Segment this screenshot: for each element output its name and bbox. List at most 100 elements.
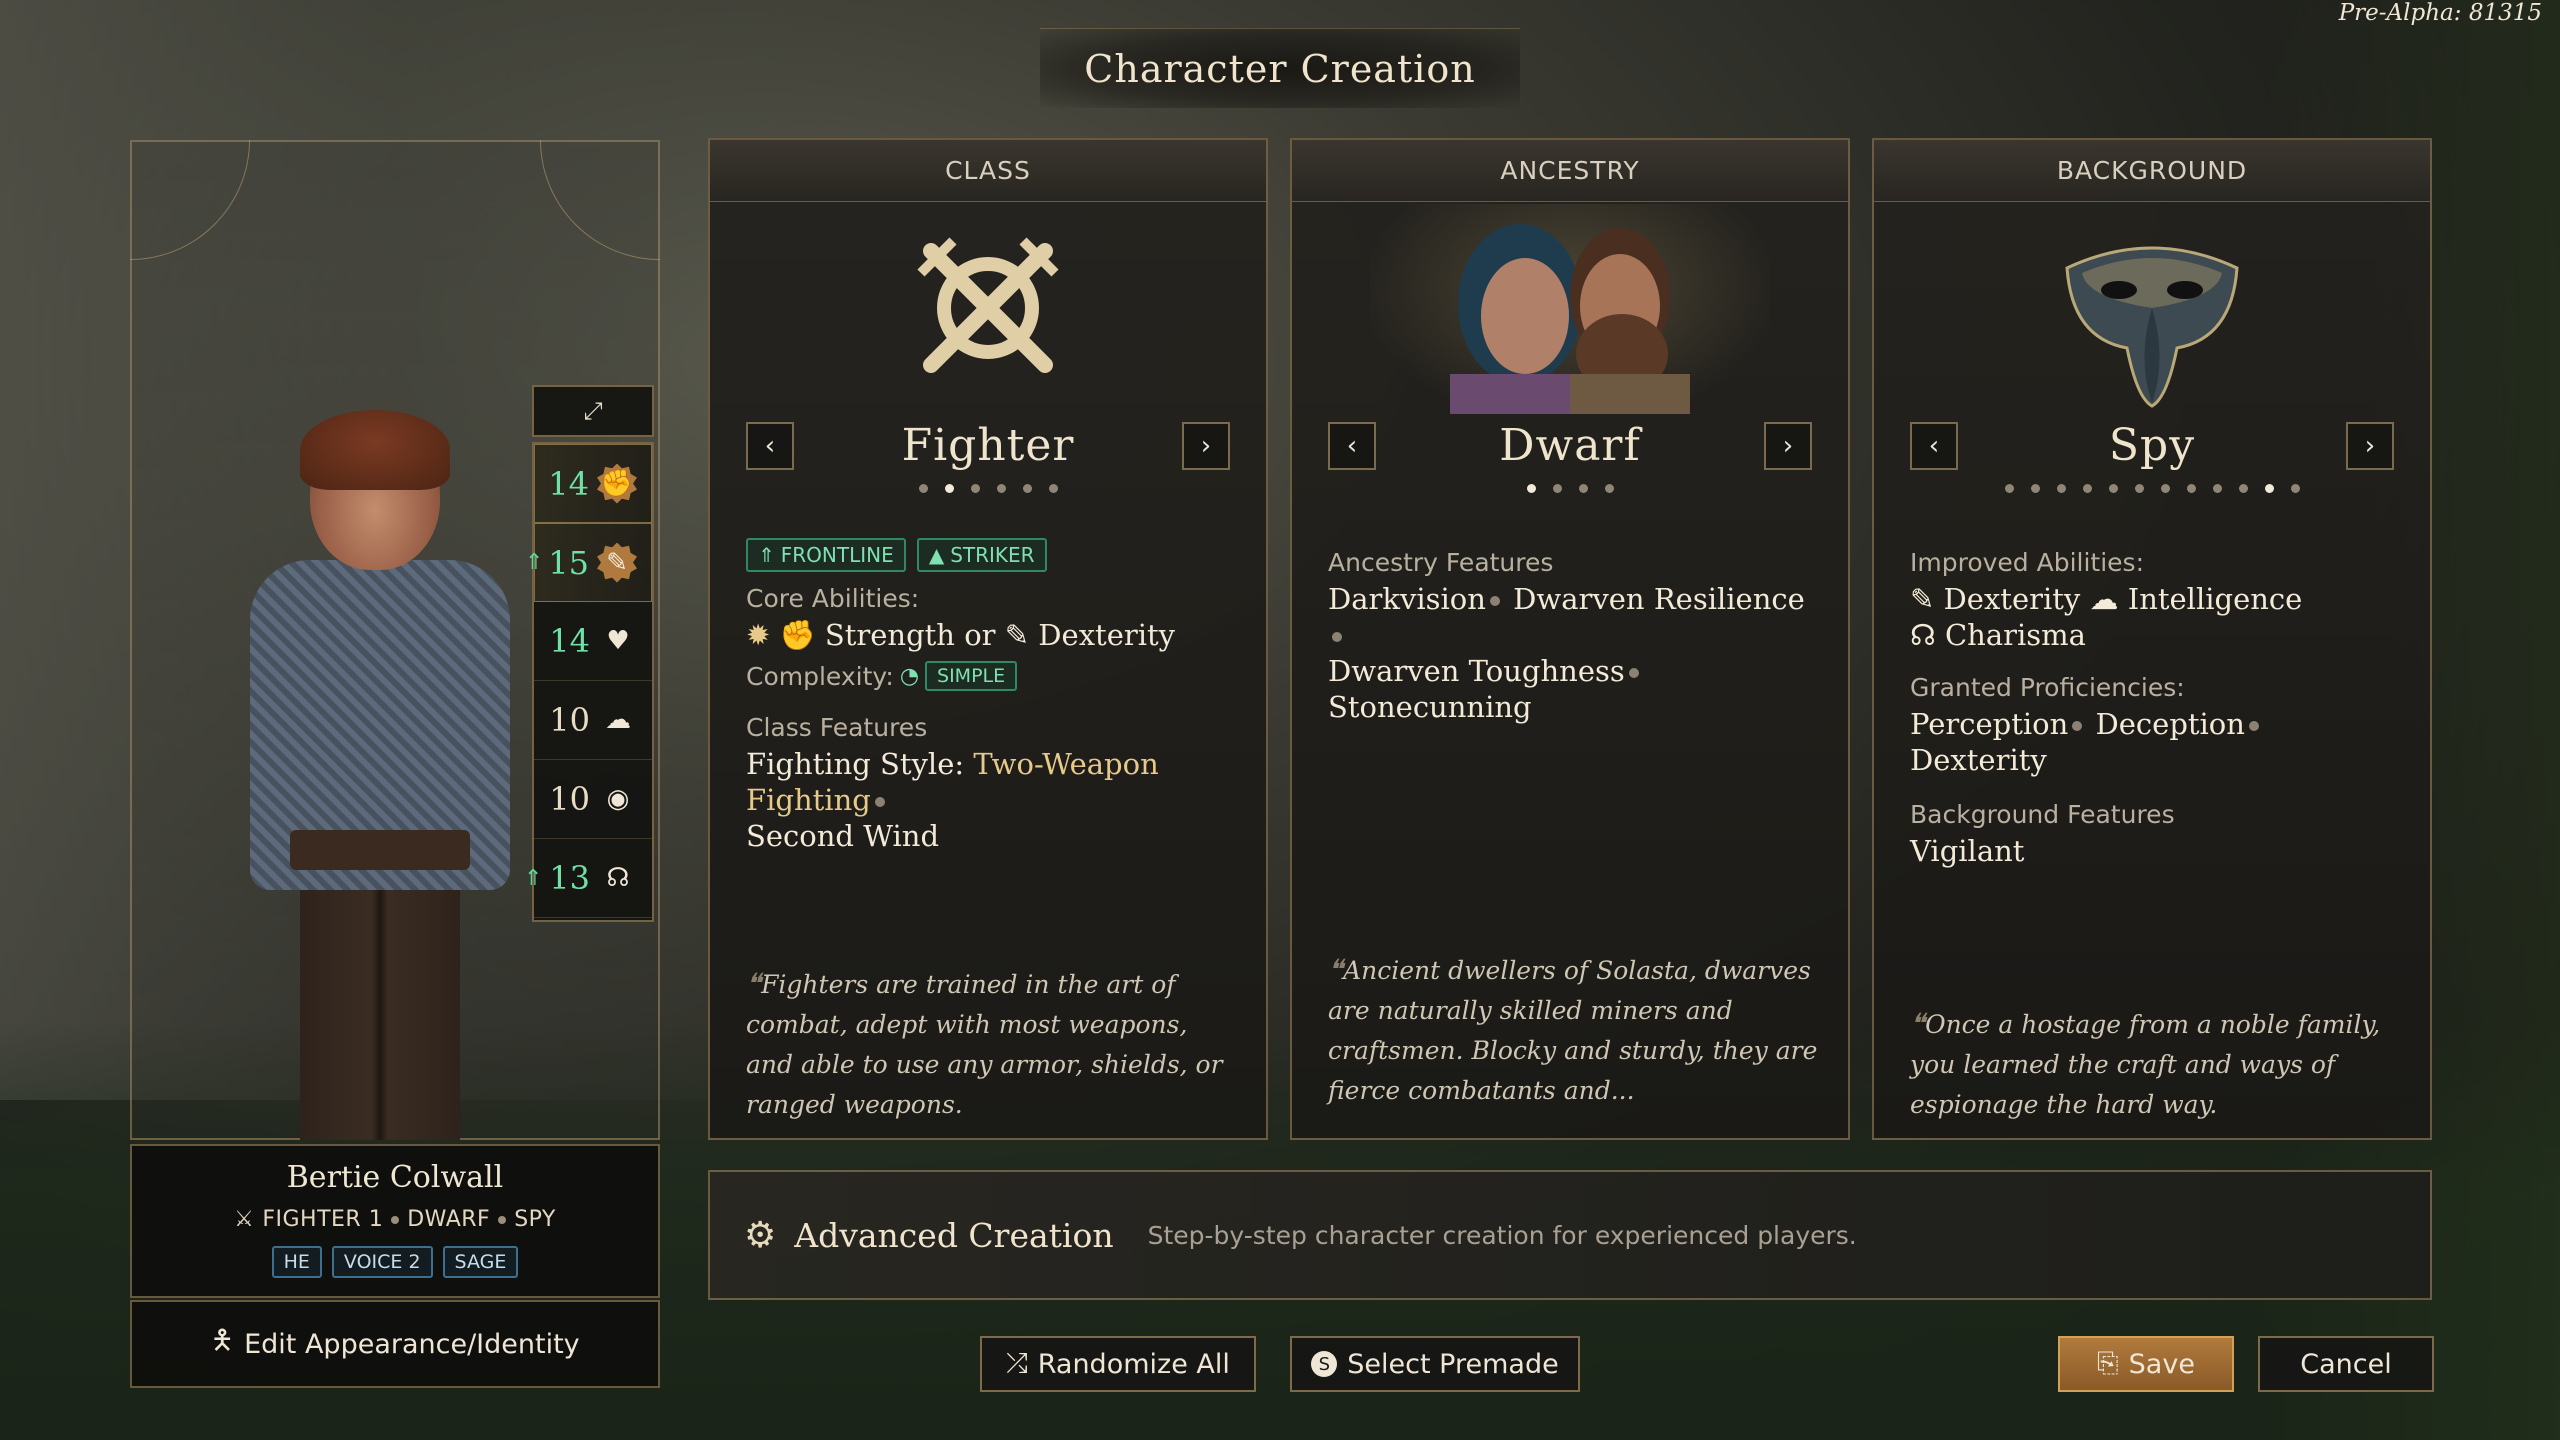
shuffle-icon: ⤮ [1006, 1348, 1028, 1379]
class-name: Fighter [901, 420, 1075, 471]
ancestry-quote: ❝Ancient dwellers of Solasta, dwarves ar… [1328, 950, 1818, 1111]
page-title: Character Creation [1084, 47, 1476, 91]
ancestry-prev-button[interactable]: ‹ [1328, 421, 1376, 470]
randomize-all-label: Randomize All [1037, 1348, 1230, 1380]
background-prev-button[interactable]: ‹ [1910, 421, 1958, 470]
ancestry-features-label: Ancestry Features [1328, 548, 1554, 577]
page-dot[interactable] [2108, 484, 2118, 493]
charisma-icon: ☊ [1910, 618, 1936, 652]
ancestry-feature: Darkvision [1328, 582, 1486, 616]
separator-dot [1628, 668, 1639, 678]
background-details: Improved Abilities: ✎ Dexterity ☁ Intell… [1910, 548, 2400, 869]
page-dot[interactable] [2238, 484, 2248, 493]
ancestry-features: Darkvision Dwarven Resilience Dwarven To… [1328, 581, 1818, 725]
class-pager [710, 484, 1266, 493]
character-model[interactable] [220, 410, 550, 1140]
cancel-button[interactable]: Cancel [2258, 1336, 2434, 1392]
page-dot[interactable] [2082, 484, 2092, 493]
ability-score-row[interactable]: ⇑ 13 ☊ [524, 839, 652, 918]
ancestry-card-header: ANCESTRY [1292, 140, 1848, 202]
class-next-button[interactable]: › [1181, 421, 1230, 470]
build-version: Pre-Alpha: 81315 [2338, 0, 2542, 26]
constitution-icon: ♥ [606, 626, 630, 656]
strength-icon: ✊ [597, 463, 637, 504]
core-or: or [964, 618, 996, 652]
advanced-creation-option[interactable]: ⚙ Advanced Creation Step-by-step charact… [708, 1170, 2432, 1300]
page-dot[interactable] [1604, 484, 1614, 493]
class-card[interactable]: CLASS ‹ Fighter › ⇑ FRONTLINE ▲ STRIKER Co… [708, 138, 1268, 1140]
ability-score-row[interactable]: 10 ◉ [534, 760, 652, 839]
ancestry-feature: Stonecunning [1328, 690, 1532, 724]
page-dot[interactable] [996, 484, 1006, 493]
edit-appearance-button[interactable]: 🯅 Edit Appearance/Identity [130, 1300, 660, 1388]
proficiency: Dexterity [1910, 743, 2047, 777]
ability-score-value: 10 [549, 780, 590, 818]
class-feature-1: Fighting Style: Two-Weapon Fighting [746, 746, 1236, 818]
ancestry-card[interactable]: ANCESTRY ‹ Dwarf › Ancestry Features Dar… [1290, 138, 1850, 1140]
page-dot[interactable] [970, 484, 980, 493]
class-prev-button[interactable]: ‹ [746, 421, 794, 470]
background-quote: ❝Once a hostage from a noble family, you… [1910, 1004, 2400, 1125]
background-feature: Vigilant [1910, 834, 2025, 868]
improved-ability: Charisma [1944, 618, 2086, 652]
proficiency: Perception [1910, 707, 2069, 741]
complexity-label: Complexity: [746, 661, 894, 691]
striker-icon: ▲ [928, 543, 945, 567]
page-dot[interactable] [2056, 484, 2066, 493]
quote-mark-icon: ❝ [746, 967, 762, 1000]
quote-mark-icon: ❝ [1328, 953, 1344, 986]
character-summary: ⚔ FIGHTER 1 DWARF SPY [132, 1207, 658, 1232]
class-title-row: ‹ Fighter › [710, 420, 1266, 471]
page-dot[interactable] [944, 484, 954, 493]
chevron-right-icon: › [2364, 430, 2376, 461]
character-belt [290, 830, 470, 870]
save-button[interactable]: ⎘ Save [2058, 1336, 2234, 1392]
page-dot[interactable] [2030, 484, 2040, 493]
select-premade-button[interactable]: S Select Premade [1290, 1336, 1580, 1392]
striker-tag: ▲ STRIKER [916, 538, 1047, 572]
chevron-left-icon: ‹ [1346, 430, 1358, 461]
ability-score-row[interactable]: 10 ☁ [534, 681, 652, 760]
page-dot[interactable] [2290, 484, 2300, 493]
crossed-swords-icon [908, 228, 1068, 388]
ability-score-row[interactable]: ⇑ 15 ✎ [525, 523, 652, 602]
core-abilities-value: ✹ ✊ Strength or ✎ Dexterity [746, 617, 1236, 653]
ability-score-value: 14 [548, 464, 589, 503]
background-pager [1874, 484, 2430, 493]
striker-label: STRIKER [950, 543, 1035, 567]
page-dot[interactable] [1022, 484, 1032, 493]
page-dot[interactable] [2212, 484, 2222, 493]
page-dot[interactable] [2134, 484, 2144, 493]
page-dot[interactable] [2004, 484, 2014, 493]
page-dot[interactable] [2186, 484, 2196, 493]
improved-abilities: ✎ Dexterity ☁ Intelligence ☊ Charisma [1910, 581, 2400, 653]
ability-score-row[interactable]: 14 ✊ [534, 444, 652, 523]
increase-arrow-icon: ⇑ [524, 865, 543, 891]
ancestry-next-button[interactable]: › [1764, 421, 1812, 470]
expand-icon: ⤢ [583, 397, 603, 425]
page-dot[interactable] [2160, 484, 2170, 493]
background-next-button[interactable]: › [2345, 421, 2394, 470]
ancestry-quote-text: Ancient dwellers of Solasta, dwarves are… [1328, 956, 1818, 1105]
dexterity-icon: ✎ [597, 542, 637, 583]
page-dot[interactable] [1578, 484, 1588, 493]
separator-dot [1332, 632, 1342, 642]
page-dot[interactable] [1526, 484, 1536, 493]
background-card[interactable]: BACKGROUND ‹ Spy › Improved Abilities: ✎… [1872, 138, 2432, 1140]
fighting-style-label: Fighting Style: [746, 747, 965, 781]
randomize-all-button[interactable]: ⤮ Randomize All [980, 1336, 1256, 1392]
page-dot[interactable] [1552, 484, 1562, 493]
dwarf-portraits [1370, 204, 1770, 414]
page-dot[interactable] [918, 484, 928, 493]
class-quote-text: Fighters are trained in the art of comba… [746, 970, 1223, 1119]
expand-view-button[interactable]: ⤢ [532, 385, 654, 437]
core-abilities-label: Core Abilities: [746, 584, 920, 613]
tag-voice: VOICE 2 [331, 1246, 433, 1278]
increase-arrow-icon: ⇑ [525, 550, 544, 575]
ancestry-feature: Dwarven Resilience [1513, 582, 1805, 616]
ability-score-row[interactable]: 14 ♥ [534, 602, 652, 681]
page-dot[interactable] [2264, 484, 2274, 493]
background-card-header: BACKGROUND [1874, 140, 2430, 202]
save-icon: ⎘ [2097, 1348, 2119, 1379]
page-dot[interactable] [1048, 484, 1058, 493]
